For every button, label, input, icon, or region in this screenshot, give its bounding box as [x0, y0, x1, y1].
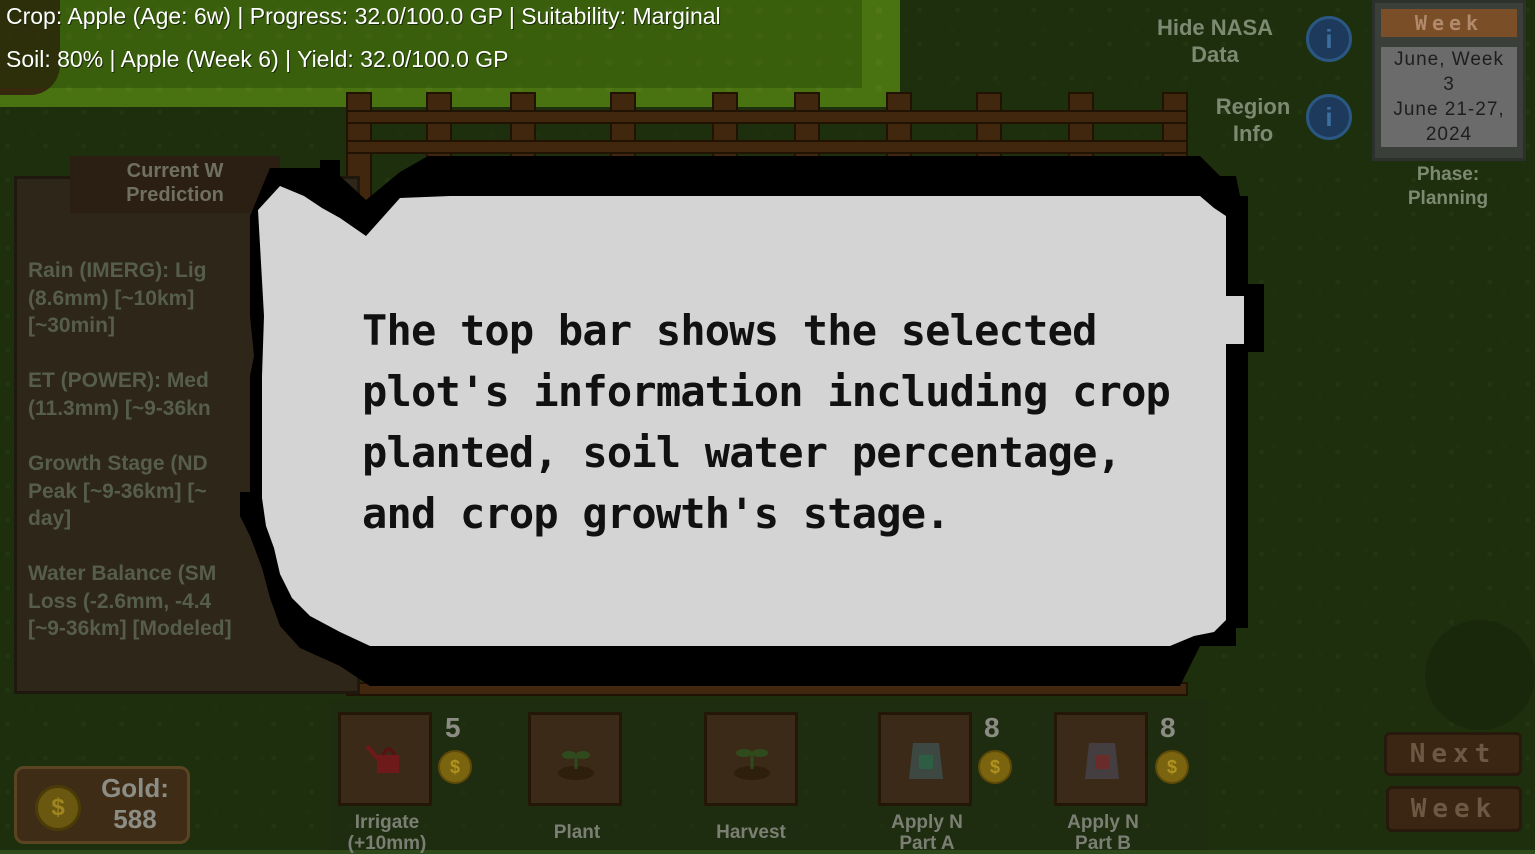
irrigate-cost: 5 [445, 712, 461, 743]
gold-label: Gold: [101, 773, 169, 803]
week-line-3: June 21-27, [1393, 99, 1505, 120]
apply-n-part-b-cost: 8 [1160, 712, 1176, 743]
week-line-1: June, Week [1394, 49, 1504, 70]
gold-value: 588 [113, 804, 157, 834]
info-icon[interactable]: i [1306, 16, 1352, 62]
apply-n-part-b-button[interactable] [1054, 712, 1148, 806]
hide-nasa-data-label[interactable]: Hide NASA Data [1140, 14, 1290, 68]
phase-label: Phase: [1416, 164, 1480, 185]
harvest-sprout-icon [734, 749, 770, 780]
soil-info-line: Soil: 80% | Apple (Week 6) | Yield: 32.0… [6, 46, 509, 72]
irrigate-button[interactable] [338, 712, 432, 806]
irrigate-label: Irrigate (+10mm) [347, 812, 427, 854]
apply-n-part-a-label: Apply N Part A [891, 812, 963, 854]
coin-icon: $ [1155, 750, 1189, 784]
week-line-4: 2024 [1425, 124, 1473, 145]
fertilizer-bag-icon [1085, 743, 1119, 779]
coin-icon: $ [978, 750, 1012, 784]
region-info-label[interactable]: Region Info [1198, 93, 1308, 147]
week-line-2: 3 [1443, 74, 1455, 95]
plot-info-bar: Crop: Apple (Age: 6w) | Progress: 32.0/1… [0, 0, 862, 88]
week-header: Week [1381, 9, 1517, 37]
phase-value: Planning [1407, 188, 1489, 209]
tutorial-message: The top bar shows the selected plot's in… [362, 306, 1171, 538]
phase-status: Phase: Planning [1380, 163, 1516, 211]
coin-icon: $ [438, 750, 472, 784]
sprout-icon [558, 751, 594, 780]
plant-label: Plant [553, 822, 601, 843]
next-week-sign-top[interactable]: Next [1384, 732, 1522, 776]
plant-button[interactable] [528, 712, 622, 806]
apply-n-part-b-label: Apply N Part B [1067, 812, 1139, 854]
fertilizer-bag-icon [909, 743, 943, 779]
next-week-sign-bottom[interactable]: Week [1386, 786, 1522, 832]
week-panel: Week June, Week 3 June 21-27, 2024 [1372, 0, 1526, 161]
harvest-button[interactable] [704, 712, 798, 806]
region-info-icon[interactable]: i [1306, 94, 1352, 140]
apply-n-part-a-button[interactable] [878, 712, 972, 806]
gold-text: Gold: 588 [89, 773, 181, 835]
crop-info-line: Crop: Apple (Age: 6w) | Progress: 32.0/1… [6, 3, 721, 29]
apply-n-part-a-cost: 8 [984, 712, 1000, 743]
week-date: June, Week 3 June 21-27, 2024 [1381, 47, 1517, 147]
harvest-label: Harvest [716, 822, 786, 843]
gold-coin-icon: $ [35, 785, 81, 831]
watering-can-icon [365, 745, 399, 773]
gold-counter: $ Gold: 588 [14, 766, 190, 844]
